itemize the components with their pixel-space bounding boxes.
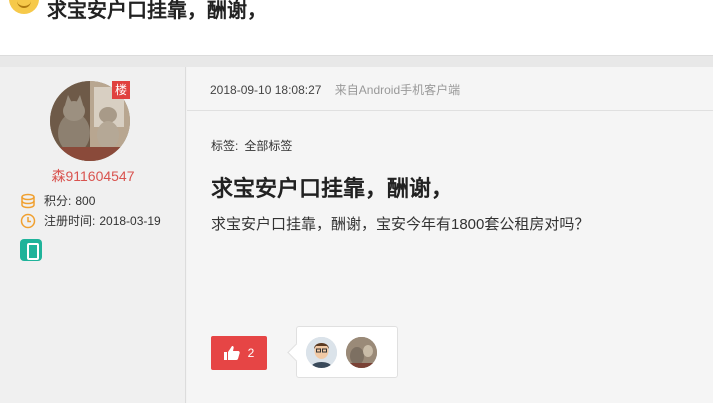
floor-badge: 楼 [112, 81, 130, 99]
liker-avatar[interactable] [306, 337, 337, 368]
register-row: 注册时间: 2018-03-19 [20, 212, 161, 229]
likers-popover [296, 326, 398, 378]
tags-label: 标签: [211, 139, 239, 153]
points-label: 积分: [44, 194, 72, 208]
post-body: 求宝安户口挂靠，酬谢，宝安今年有1800套公租房对吗？ [211, 216, 590, 233]
header-title: 求宝安户口挂靠，酬谢， [47, 0, 267, 22]
points-row: 积分: 800 [20, 192, 95, 209]
tag-all[interactable]: 全部标签 [244, 139, 292, 153]
phone-icon [20, 239, 42, 261]
top-header: 求宝安户口挂靠，酬谢， [0, 0, 713, 56]
register-label: 注册时间: [44, 214, 96, 228]
author-username[interactable]: 森911604547 [0, 166, 186, 186]
post-datetime: 2018-09-10 18:08:27 [210, 83, 322, 97]
post-tags: 标签: 全部标签 [211, 137, 292, 154]
like-count: 2 [247, 346, 255, 360]
post-title: 求宝安户口挂靠，酬谢， [211, 176, 454, 201]
smiley-icon [9, 0, 39, 14]
like-button[interactable]: 2 [211, 336, 267, 370]
points-value: 800 [75, 193, 96, 208]
register-value: 2018-03-19 [99, 213, 161, 228]
post-source: 来自Android手机客户端 [334, 83, 461, 97]
thumbs-up-icon [223, 346, 240, 360]
meta-divider [187, 110, 713, 111]
post-content: 2018-09-10 18:08:27 来自Android手机客户端 标签: 全部… [187, 67, 713, 403]
liker-avatar[interactable] [346, 337, 377, 368]
clock-icon [20, 213, 36, 228]
author-sidebar: 楼 森911604547 积分: 800 注册时间: 2018-03-19 [0, 67, 186, 403]
header-divider-band [0, 56, 713, 67]
coins-icon [21, 193, 35, 208]
post-meta: 2018-09-10 18:08:27 来自Android手机客户端 [210, 81, 460, 98]
